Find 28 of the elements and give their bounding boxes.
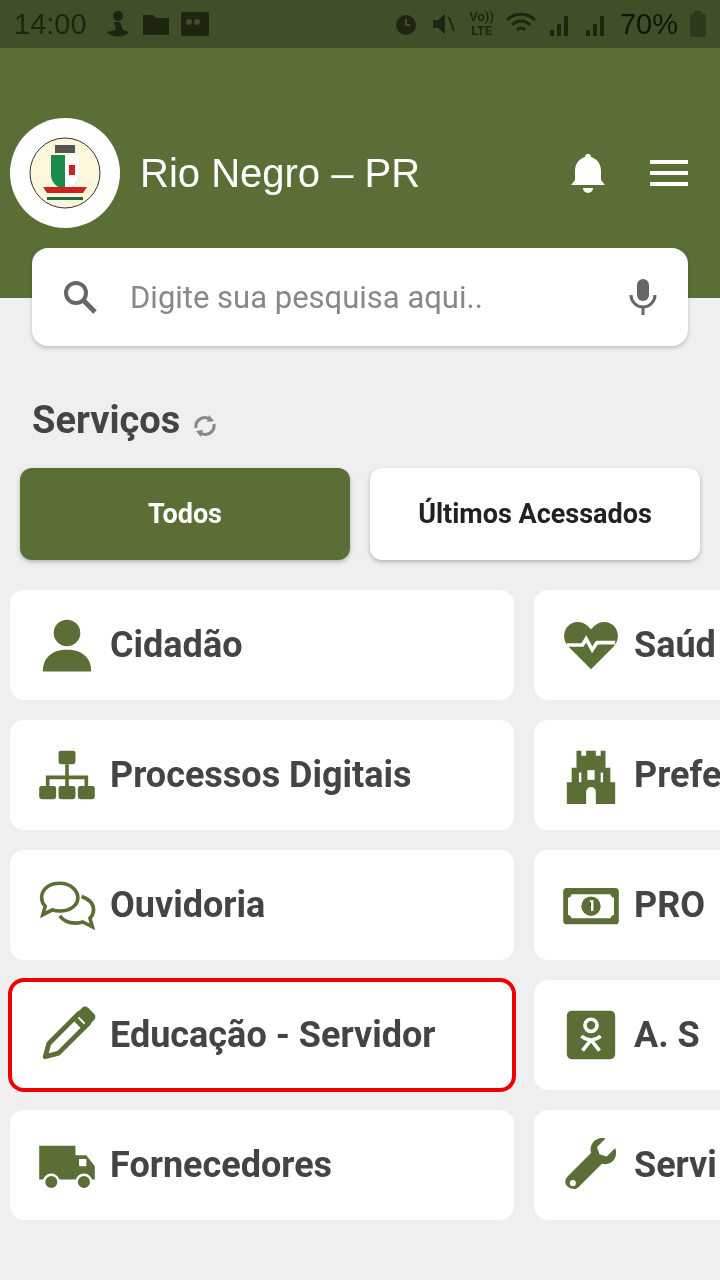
city-title: Rio Negro – PR	[140, 150, 422, 196]
service-card[interactable]: A. S	[534, 980, 720, 1090]
menu-button[interactable]	[650, 160, 688, 186]
service-card[interactable]: Educação - Servidor	[10, 980, 514, 1090]
microphone-icon[interactable]	[628, 277, 658, 317]
menu-icon	[650, 160, 688, 186]
filter-tab[interactable]: Últimos Acessados	[370, 468, 700, 560]
battery-percent: 70%	[619, 7, 678, 41]
service-card[interactable]: Saúd	[534, 590, 720, 700]
section-title: Serviços	[32, 398, 181, 442]
mute-icon	[431, 11, 458, 37]
search-icon	[62, 279, 98, 315]
person-icon	[104, 10, 131, 38]
service-card[interactable]: Cidadão	[10, 590, 514, 700]
filter-tab[interactable]: Todos	[20, 468, 350, 560]
service-card[interactable]: Processos Digitais	[10, 720, 514, 830]
bell-icon	[570, 152, 606, 194]
voicemail-icon	[180, 12, 209, 36]
search-bar[interactable]: Digite sua pesquisa aqui..	[32, 248, 688, 346]
coat-of-arms-icon	[29, 137, 101, 209]
service-card[interactable]: PRO	[534, 850, 720, 960]
service-card[interactable]: Prefe	[534, 720, 720, 830]
search-field[interactable]: Digite sua pesquisa aqui..	[128, 277, 628, 317]
folder-icon	[142, 13, 169, 35]
service-card[interactable]: Ouvidoria	[10, 850, 514, 960]
service-card[interactable]: Servi	[534, 1110, 720, 1220]
service-card[interactable]: Fornecedores	[10, 1110, 514, 1220]
notifications-button[interactable]	[570, 152, 606, 194]
